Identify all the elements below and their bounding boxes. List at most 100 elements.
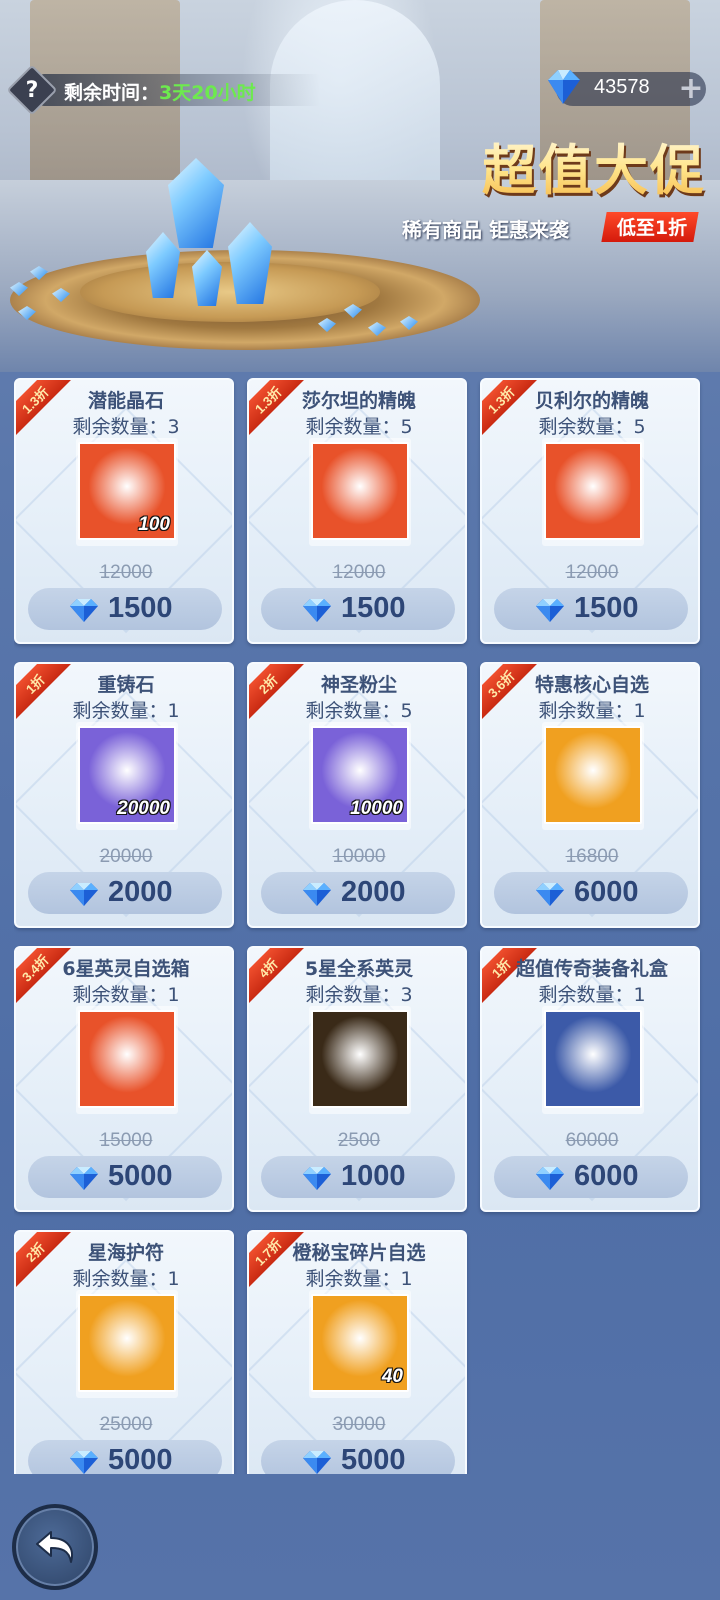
dark-orb-icon[interactable] (311, 442, 409, 540)
item-stock: 剩余数量：5 (305, 700, 413, 722)
sale-price: 5000 (108, 1160, 173, 1192)
sale-price: 1500 (341, 592, 406, 624)
item-stock: 剩余数量：1 (72, 700, 180, 722)
shop-item-card[interactable]: 1折 重铸石 剩余数量：1 20000 20000 2000 (14, 662, 234, 928)
buy-button[interactable]: 2000 (261, 872, 455, 914)
buy-button[interactable]: 5000 (28, 1440, 222, 1474)
shop-item-card[interactable]: 2折 神圣粉尘 剩余数量：5 10000 10000 2000 (247, 662, 467, 928)
shop-item-card[interactable]: 3.6折 特惠核心自选 剩余数量：1 16800 6000 (480, 662, 700, 928)
shop-item-card[interactable]: 1.3折 贝利尔的精魄 剩余数量：5 12000 1500 (480, 378, 700, 644)
remaining-time-label: 剩余时间： (64, 82, 160, 104)
item-name: 超值传奇装备礼盒 (515, 958, 668, 980)
legendary-armor-icon[interactable] (544, 1010, 642, 1108)
buy-button[interactable]: 6000 (494, 872, 688, 914)
diamond-icon (70, 1167, 98, 1190)
holy-dust-icon[interactable]: 10000 (311, 726, 409, 824)
buy-button[interactable]: 5000 (28, 1156, 222, 1198)
diamond-icon (536, 1167, 564, 1190)
item-name: 5星全系英灵 (304, 958, 414, 980)
item-name: 重铸石 (97, 674, 155, 696)
item-name: 6星英灵自选箱 (62, 958, 190, 980)
buy-button[interactable]: 1500 (261, 588, 455, 630)
red-orb-icon[interactable] (544, 442, 642, 540)
item-stock: 剩余数量：1 (72, 984, 180, 1006)
item-stock: 剩余数量：3 (72, 416, 180, 438)
diamond-icon (303, 599, 331, 622)
sale-price: 1500 (108, 592, 173, 624)
diamond-icon (303, 1451, 331, 1474)
remaining-time: 剩余时间：3天20小时 (64, 78, 256, 105)
shop-item-grid: 1.3折 潜能晶石 剩余数量：3 100 12000 1500 1.3折 莎尔坦的精魄 剩余数量… (14, 378, 708, 1474)
diamond-icon (303, 1167, 331, 1190)
original-price: 60000 (565, 1130, 619, 1151)
item-name: 神圣粉尘 (320, 674, 397, 696)
sale-price: 1000 (341, 1160, 406, 1192)
item-stock: 剩余数量：1 (538, 700, 646, 722)
item-name: 橙秘宝碎片自选 (292, 1242, 426, 1264)
original-price: 25000 (99, 1414, 153, 1435)
diamond-icon (70, 599, 98, 622)
hero-helmet-icon[interactable] (78, 1010, 176, 1108)
shop-item-card[interactable]: 1.7折 橙秘宝碎片自选 剩余数量：1 40 30000 5000 (247, 1230, 467, 1474)
original-price: 12000 (565, 562, 619, 583)
core-card-icon[interactable] (544, 726, 642, 824)
diamond-icon (536, 599, 564, 622)
treasure-altar-icon[interactable]: 40 (311, 1294, 409, 1392)
item-name: 星海护符 (87, 1242, 164, 1264)
item-name: 潜能晶石 (87, 390, 164, 412)
crystal-pedestal-center (80, 262, 380, 322)
sale-price: 1500 (574, 592, 639, 624)
golden-hero-icon[interactable] (311, 1010, 409, 1108)
original-price: 15000 (99, 1130, 153, 1151)
diamond-icon (70, 1451, 98, 1474)
diamond-icon (70, 883, 98, 906)
buy-button[interactable]: 5000 (261, 1440, 455, 1474)
sale-price: 2000 (108, 876, 173, 908)
original-price: 10000 (332, 846, 386, 867)
item-name: 特惠核心自选 (534, 674, 649, 696)
item-stock: 剩余数量：5 (305, 416, 413, 438)
item-stock: 剩余数量：3 (305, 984, 413, 1006)
item-quantity: 20000 (117, 798, 170, 819)
reforge-stone-icon[interactable]: 20000 (78, 726, 176, 824)
item-stock: 剩余数量：1 (305, 1268, 413, 1290)
plus-icon[interactable]: + (676, 74, 706, 104)
shop-item-card[interactable]: 1.3折 莎尔坦的精魄 剩余数量：5 12000 1500 (247, 378, 467, 644)
sale-price: 6000 (574, 1160, 639, 1192)
potential-crystal-icon[interactable]: 100 (78, 442, 176, 540)
item-stock: 剩余数量：1 (72, 1268, 180, 1290)
item-quantity: 10000 (350, 798, 403, 819)
sale-price: 5000 (341, 1444, 406, 1474)
shop-item-card[interactable]: 4折 5星全系英灵 剩余数量：3 2500 1000 (247, 946, 467, 1212)
promo-subtitle: 稀有商品 钜惠来袭 (402, 218, 569, 242)
shop-item-card[interactable]: 1折 超值传奇装备礼盒 剩余数量：1 60000 6000 (480, 946, 700, 1212)
buy-button[interactable]: 1000 (261, 1156, 455, 1198)
diamond-balance: 43578 (594, 76, 650, 98)
sale-price: 2000 (341, 876, 406, 908)
question-mark-icon[interactable]: ? (14, 72, 50, 108)
item-stock: 剩余数量：1 (538, 984, 646, 1006)
original-price: 2500 (337, 1130, 381, 1151)
buy-button[interactable]: 6000 (494, 1156, 688, 1198)
back-button[interactable] (12, 1504, 98, 1590)
buy-button[interactable]: 2000 (28, 872, 222, 914)
buy-button[interactable]: 1500 (494, 588, 688, 630)
item-name: 贝利尔的精魄 (534, 390, 649, 412)
original-price: 12000 (332, 562, 386, 583)
item-quantity: 100 (138, 514, 170, 535)
promo-title: 超值大促 (436, 126, 706, 205)
remaining-time-value: 3天20小时 (159, 82, 256, 104)
diamond-icon (548, 70, 580, 104)
original-price: 16800 (565, 846, 619, 867)
star-amulet-icon[interactable] (78, 1294, 176, 1392)
shop-item-card[interactable]: 3.4折 6星英灵自选箱 剩余数量：1 15000 5000 (14, 946, 234, 1212)
diamond-icon (536, 883, 564, 906)
shop-item-card[interactable]: 2折 星海护符 剩余数量：1 25000 5000 (14, 1230, 234, 1474)
sale-price: 6000 (574, 876, 639, 908)
buy-button[interactable]: 1500 (28, 588, 222, 630)
shop-item-card[interactable]: 1.3折 潜能晶石 剩余数量：3 100 12000 1500 (14, 378, 234, 644)
item-quantity: 40 (381, 1366, 403, 1387)
original-price: 12000 (99, 562, 153, 583)
original-price: 20000 (99, 846, 153, 867)
promo-badge: 低至1折 (616, 217, 688, 239)
